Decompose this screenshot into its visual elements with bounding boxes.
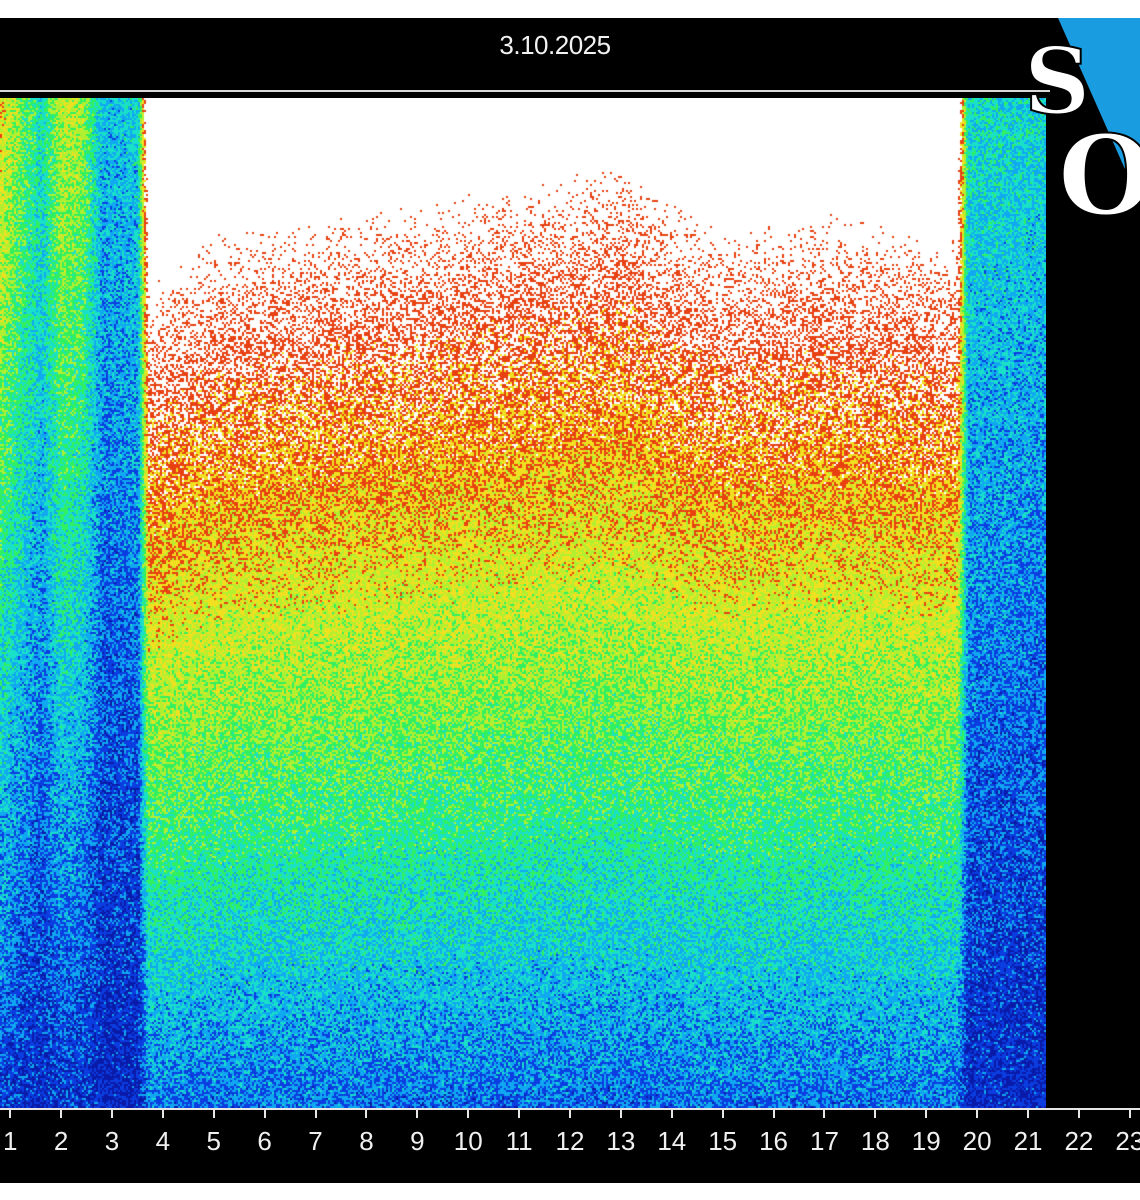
x-tick-label: 12 (555, 1126, 585, 1156)
x-tick (1027, 1108, 1030, 1118)
plot-area (0, 98, 1046, 1108)
x-tick (569, 1108, 571, 1118)
x-tick-label: 23 (1115, 1126, 1140, 1156)
x-tick (314, 1108, 317, 1118)
x-tick (823, 1108, 826, 1118)
x-tick-label: 19 (911, 1126, 941, 1156)
x-tick-label: 14 (657, 1126, 687, 1156)
x-tick-label: 17 (809, 1126, 839, 1156)
x-tick-label: 9 (410, 1126, 425, 1156)
x-tick-label: 1 (2, 1126, 18, 1156)
x-tick (518, 1108, 521, 1118)
x-tick-label: 2 (53, 1126, 69, 1156)
x-tick (110, 1108, 113, 1118)
x-tick-label: 22 (1064, 1126, 1094, 1156)
top-rule (0, 90, 1050, 92)
x-tick-label: 4 (155, 1126, 171, 1156)
x-tick-label: 18 (860, 1126, 890, 1156)
x-tick-label: 11 (505, 1126, 533, 1156)
logo-letter-o: O (1058, 111, 1140, 228)
x-tick (925, 1108, 928, 1118)
x-tick (874, 1108, 877, 1118)
x-tick (9, 1108, 12, 1118)
x-tick-label: 7 (308, 1126, 323, 1156)
spectrogram-image (0, 98, 1046, 1108)
x-tick-label: 8 (359, 1126, 374, 1156)
logo: S O (1020, 18, 1140, 228)
chart-frame: 3.10.2025 1 2 3 4 5 6 7 8 9 10 11 12 13 14 15 16 17 18 19 2… (0, 18, 1140, 1183)
x-tick (263, 1108, 266, 1118)
x-tick-label: 6 (257, 1126, 272, 1156)
x-tick (416, 1108, 419, 1118)
x-tick (976, 1108, 979, 1118)
x-tick-label: 10 (453, 1126, 483, 1156)
x-tick (721, 1108, 724, 1118)
no-data-region (1046, 98, 1140, 1108)
x-tick (60, 1108, 63, 1118)
x-tick-label: 21 (1013, 1126, 1043, 1156)
x-tick (467, 1108, 470, 1118)
chart-title: 3.10.2025 (499, 30, 611, 60)
x-tick-label: 16 (759, 1126, 789, 1156)
x-tick (772, 1108, 775, 1118)
x-tick-label: 13 (606, 1126, 636, 1156)
x-tick (619, 1108, 622, 1118)
x-tick-label: 20 (962, 1126, 992, 1156)
x-tick (365, 1108, 368, 1118)
x-tick (1077, 1108, 1080, 1118)
x-tick (161, 1108, 164, 1118)
x-tick (670, 1108, 673, 1118)
x-axis: 1 2 3 4 5 6 7 8 9 10 11 12 13 14 15 16 17 18 19 20 21 22 23 (0, 1108, 1140, 1183)
x-tick-label: 5 (206, 1126, 221, 1156)
x-tick-label: 3 (104, 1126, 120, 1156)
x-tick (1128, 1108, 1131, 1118)
x-tick-label: 15 (708, 1126, 738, 1156)
x-tick (212, 1108, 215, 1118)
